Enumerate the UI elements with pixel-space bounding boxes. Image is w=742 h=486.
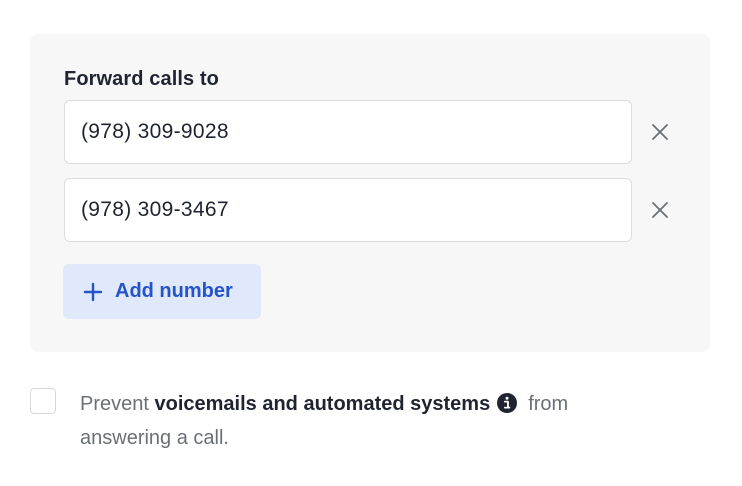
- forward-calls-label: Forward calls to: [64, 68, 219, 90]
- prevent-text-after: from: [528, 393, 569, 415]
- prevent-text-line2: answering a call.: [80, 427, 229, 449]
- prevent-text-bold: voicemails and automated systems: [154, 393, 491, 415]
- info-icon[interactable]: [496, 392, 518, 414]
- prevent-voicemail-text: Prevent voicemails and automated systems…: [80, 387, 680, 455]
- add-number-label: Add number: [115, 280, 233, 302]
- phone-row-2: [64, 178, 684, 242]
- plus-icon: [83, 282, 103, 301]
- close-icon[interactable]: [648, 120, 672, 144]
- phone-number-input-1[interactable]: [64, 100, 632, 164]
- prevent-voicemail-checkbox[interactable]: [30, 388, 56, 414]
- phone-row-1: [64, 100, 684, 164]
- prevent-text-before: Prevent: [80, 393, 149, 415]
- phone-number-input-2[interactable]: [64, 178, 632, 242]
- close-icon[interactable]: [648, 198, 672, 222]
- add-number-button[interactable]: Add number: [63, 264, 261, 319]
